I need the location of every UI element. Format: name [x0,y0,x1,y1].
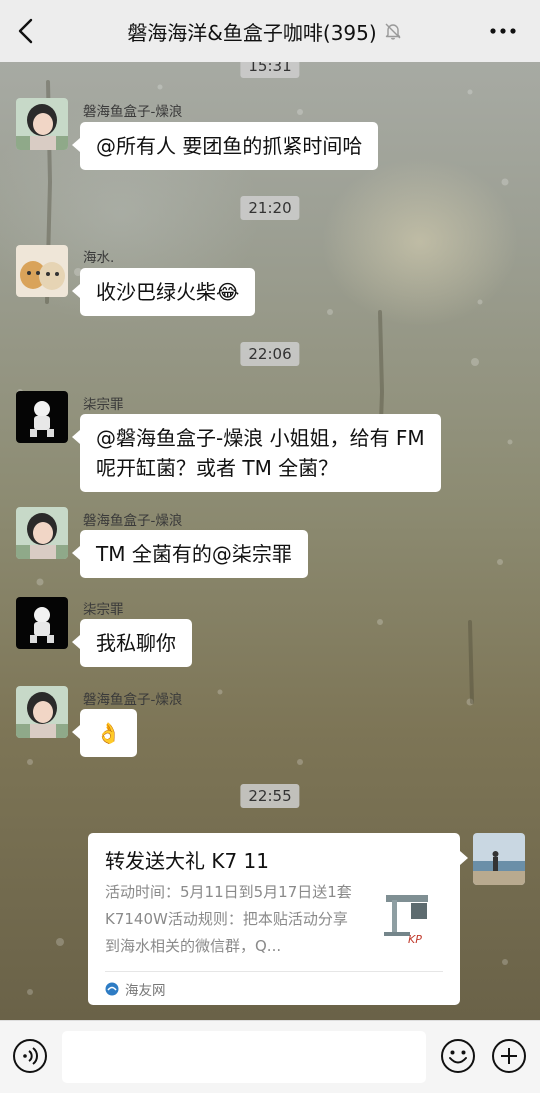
voice-icon[interactable] [12,1038,48,1074]
title-area: 磐海海洋&鱼盒子咖啡(395) [60,0,470,62]
astronaut-avatar-icon [16,597,68,649]
message-bubble[interactable]: @所有人 要团鱼的抓紧时间哈 [71,122,379,170]
timestamp: 21:20 [240,196,300,220]
message-bubble[interactable]: 👌 [72,709,137,757]
card-description: 活动时间：5月11日到5月17日送1套K7140W活动规则：把本贴活动分享到海水… [105,883,352,955]
more-dots-icon[interactable] [488,18,518,44]
message-bubble[interactable]: TM 全菌有的@柒宗罪 [72,530,308,578]
message-list[interactable]: 15:31 磐海鱼盒子-燥浪 @所有人 要团鱼的抓紧时间哈 21:20 海水. … [0,62,540,1020]
card-divider [105,971,443,972]
astronaut-avatar-icon [16,391,68,443]
message-line: @磐海鱼盒子-燥浪 小姐姐，给有 FM [96,426,425,450]
card-title: 转发送大礼 K7 11 [105,849,270,873]
sender-name: 磐海鱼盒子-燥浪 [83,692,183,708]
card-source: 海友网 [105,979,166,999]
plus-icon[interactable] [491,1038,527,1074]
shared-link-card[interactable]: 转发送大礼 K7 11 活动时间：5月11日到5月17日送1套K7140W活动规… [88,833,468,1005]
my-avatar[interactable] [473,833,525,885]
sender-name: 磐海鱼盒子-燥浪 [83,513,183,529]
source-logo-icon [105,982,119,996]
girl-photo-avatar-icon [16,686,68,738]
avatar[interactable] [16,98,68,150]
message-input[interactable] [62,1031,426,1083]
card-source-label: 海友网 [125,983,166,999]
bell-muted-icon [385,23,401,40]
message-bubble[interactable]: 收沙巴绿火柴😂 [71,268,256,316]
message-line: 呢开缸菌？或者 TM 全菌？ [96,456,339,480]
sender-name: 柒宗罪 [83,602,124,618]
emoji-icon[interactable] [440,1038,476,1074]
back-button[interactable] [12,14,42,48]
timestamp: 22:55 [240,784,300,808]
message-bubble[interactable]: @磐海鱼盒子-燥浪 小姐姐，给有 FM 呢开缸菌？或者 TM 全菌？ [72,414,441,492]
chat-title: 磐海海洋&鱼盒子咖啡(395) [127,20,377,45]
thumbnail-text: KP [408,933,422,946]
avatar[interactable] [16,507,68,559]
timestamp: 15:31 [240,62,300,78]
avatar[interactable] [16,245,68,297]
avatar[interactable] [16,391,68,443]
lamp-product-thumbnail-icon: KP [378,887,444,953]
avatar[interactable] [16,686,68,738]
sender-name: 海水. [83,250,115,266]
avatar[interactable] [16,597,68,649]
sender-name: 柒宗罪 [83,397,124,413]
back-chevron-icon [18,18,33,44]
chat-header: 磐海海洋&鱼盒子咖啡(395) [0,0,540,62]
input-bar [0,1020,540,1093]
girl-photo-avatar-icon [16,98,68,150]
girl-photo-avatar-icon [16,507,68,559]
cat-photo-avatar-icon [16,245,68,297]
beach-photo-avatar-icon [473,833,525,885]
chat-screen: 磐海海洋&鱼盒子咖啡(395) 15:31 磐海鱼盒子-燥浪 @所有人 要团鱼的… [0,0,540,1093]
timestamp: 22:06 [240,342,300,366]
message-bubble[interactable]: 我私聊你 [72,619,192,667]
sender-name: 磐海鱼盒子-燥浪 [83,104,183,120]
